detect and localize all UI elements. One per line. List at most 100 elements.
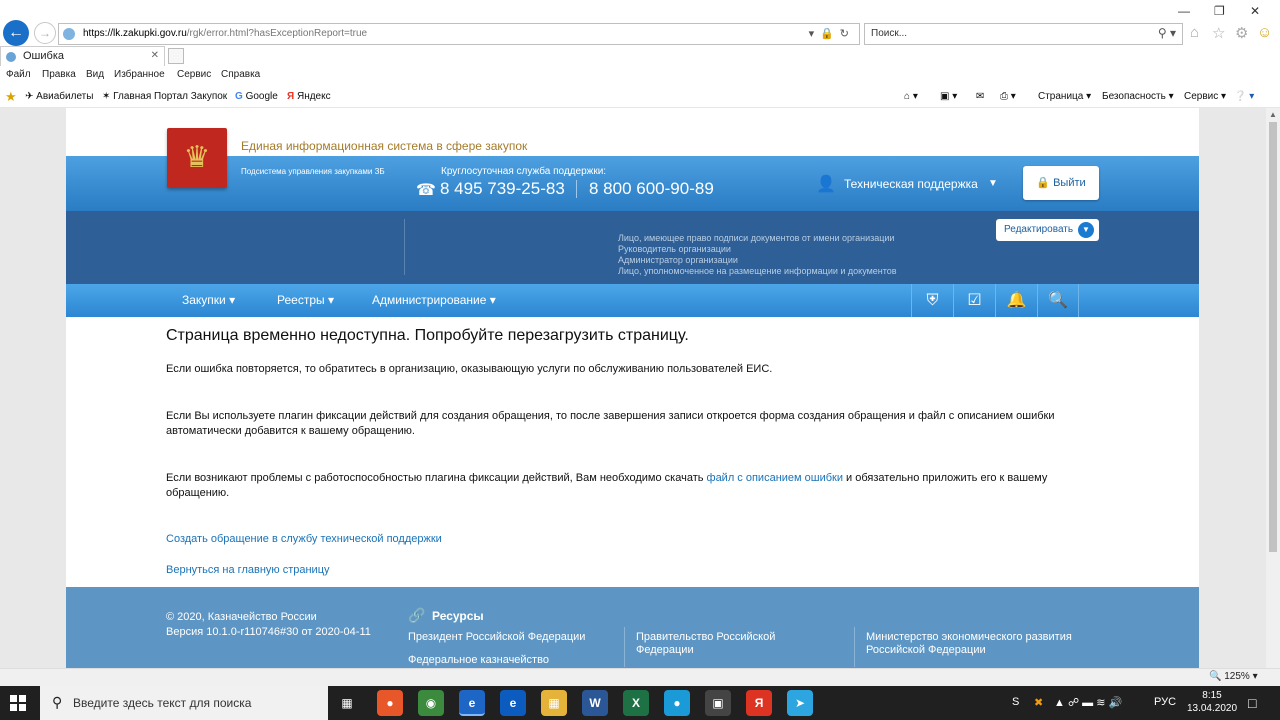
menu-tools[interactable]: Сервис	[177, 69, 211, 80]
coat-of-arms-logo[interactable]: ♛	[167, 128, 227, 188]
minimize-icon[interactable]: —	[1178, 4, 1190, 18]
app-icon[interactable]: ●	[664, 690, 690, 716]
fav-google[interactable]: G Google	[235, 91, 278, 102]
tech-support-menu[interactable]: Техническая поддержка	[844, 177, 978, 191]
file-explorer-icon[interactable]: ▦	[541, 690, 567, 716]
search-icon[interactable]: ⚲ ▾	[1158, 26, 1176, 40]
menu-file[interactable]: Файл	[6, 69, 31, 80]
mail-icon[interactable]: ✉	[976, 91, 984, 102]
tray-app-icon[interactable]: ✖	[1034, 696, 1043, 709]
telegram-icon[interactable]: ➤	[787, 690, 813, 716]
menu-favorites[interactable]: Избранное	[114, 69, 165, 80]
settings-gear-icon[interactable]: ⚙	[1235, 24, 1248, 42]
zoom-value: 125%	[1224, 671, 1250, 682]
tray-icons[interactable]: ▲ ☍ ▬ ≋ 🔊	[1054, 696, 1122, 709]
help-icon[interactable]: ❔ ▾	[1234, 91, 1254, 102]
status-bar: 🔍 125% ▾	[0, 668, 1280, 686]
resource-ministry[interactable]: Министерство экономического развития Рос…	[866, 631, 1096, 657]
restore-icon[interactable]: ❐	[1214, 4, 1225, 18]
feeds-icon[interactable]: ▣ ▾	[940, 91, 957, 102]
vertical-scrollbar[interactable]: ▲	[1266, 108, 1280, 668]
bell-icon[interactable]: 🔔	[995, 284, 1037, 317]
word-icon[interactable]: W	[582, 690, 608, 716]
page-viewport: Единая информационная система в сфере за…	[0, 108, 1266, 668]
chevron-down-icon: ▼	[1078, 222, 1094, 238]
yandex-icon[interactable]: Я	[746, 690, 772, 716]
resource-president[interactable]: Президент Российской Федерации	[408, 631, 585, 644]
home-cmd-icon[interactable]: ⌂ ▾	[904, 91, 918, 102]
footer: © 2020, Казначейство России Версия 10.1.…	[66, 587, 1199, 668]
calendar-check-icon[interactable]: ☑	[953, 284, 995, 317]
lock-refresh-icon[interactable]: ▾🔒↻	[809, 27, 855, 40]
task-view-icon[interactable]: ▦	[334, 690, 360, 716]
firefox-icon[interactable]: ●	[377, 690, 403, 716]
tab-title: Ошибка	[23, 50, 64, 62]
tab-strip: Ошибка ✕	[0, 46, 1280, 66]
edit-button[interactable]: Редактировать ▼	[996, 219, 1099, 241]
logout-button[interactable]: 🔒 Выйти	[1023, 166, 1099, 200]
browser-address-bar: — ❐ ✕ ← → https://lk.zakupki.gov.ru/rgk/…	[0, 0, 1280, 46]
divider	[854, 627, 855, 667]
resource-government[interactable]: Правительство Российской Федерации	[636, 631, 816, 657]
search-input[interactable]: Поиск... ⚲ ▾	[864, 23, 1183, 45]
edit-label: Редактировать	[1004, 224, 1074, 235]
address-input[interactable]: https://lk.zakupki.gov.ru/rgk/error.html…	[58, 23, 860, 45]
excel-icon[interactable]: X	[623, 690, 649, 716]
role-item: Лицо, уполномоченное на размещение инфор…	[618, 266, 897, 276]
tab-error[interactable]: Ошибка ✕	[0, 46, 165, 66]
error-text-3: Если возникают проблемы с работоспособно…	[166, 471, 1106, 501]
favorites-star-icon[interactable]: ☆	[1212, 24, 1225, 42]
chrome-icon[interactable]: ◉	[418, 690, 444, 716]
tools-menu[interactable]: Сервис ▾	[1184, 91, 1226, 102]
edge-icon[interactable]: e	[500, 690, 526, 716]
menu-bar: Файл Правка Вид Избранное Сервис Справка	[0, 66, 1280, 86]
print-icon[interactable]: ⎙ ▾	[1000, 91, 1016, 102]
doc-search-icon[interactable]: 🔍	[1037, 284, 1079, 317]
skype-icon[interactable]: S	[1012, 696, 1019, 708]
new-tab-button[interactable]	[168, 48, 184, 64]
home-icon[interactable]: ⌂	[1190, 24, 1199, 41]
menu-edit[interactable]: Правка	[42, 69, 76, 80]
fav-aviabilety[interactable]: ✈ Авиабилеты	[25, 91, 93, 102]
resource-treasury[interactable]: Федеральное казначейство	[408, 654, 549, 667]
site-favicon-icon	[63, 28, 75, 40]
page-menu[interactable]: Страница ▾	[1038, 91, 1091, 102]
user-roles: Лицо, имеющее право подписи документов о…	[618, 233, 897, 277]
close-tab-icon[interactable]: ✕	[151, 50, 159, 61]
error-file-link[interactable]: файл с описанием ошибки	[707, 472, 843, 484]
favorites-center-icon[interactable]: ★	[5, 89, 17, 105]
chevron-down-icon[interactable]: ▼	[988, 178, 998, 189]
nav-label: Закупки	[182, 293, 226, 307]
store-icon[interactable]: ▣	[705, 690, 731, 716]
internet-explorer-icon[interactable]: e	[459, 690, 485, 716]
favorites-bar: ★ ✈ Авиабилеты ✶ Главная Портал Закупок …	[0, 86, 1280, 108]
windows-start-icon[interactable]	[10, 695, 26, 711]
nav-administrirovanie[interactable]: Администрирование ▾	[372, 293, 496, 307]
nav-zakupki[interactable]: Закупки ▾	[182, 293, 235, 307]
taskbar-search-input[interactable]: ⚲ Введите здесь текст для поиска	[40, 686, 328, 720]
nav-reestry[interactable]: Реестры ▾	[277, 293, 334, 307]
forward-button[interactable]: →	[34, 22, 56, 44]
fav-portal[interactable]: ✶ Главная Портал Закупок	[102, 91, 227, 102]
scroll-up-icon[interactable]: ▲	[1269, 110, 1277, 119]
language-indicator[interactable]: РУС	[1154, 696, 1176, 708]
subsystem-label: Подсистема управления закупками ЗБ	[241, 167, 385, 176]
text-segment: Если возникают проблемы с работоспособно…	[166, 472, 707, 484]
back-button[interactable]: ←	[3, 20, 29, 46]
menu-view[interactable]: Вид	[86, 69, 104, 80]
safety-menu[interactable]: Безопасность ▾	[1102, 91, 1174, 102]
fav-yandex[interactable]: Я Яндекс	[287, 91, 331, 102]
create-ticket-link[interactable]: Создать обращение в службу технической п…	[166, 533, 442, 545]
menu-help[interactable]: Справка	[221, 69, 260, 80]
fav-label: Авиабилеты	[36, 91, 94, 102]
scrollbar-thumb[interactable]	[1269, 122, 1277, 552]
close-window-icon[interactable]: ✕	[1250, 4, 1260, 18]
notifications-icon[interactable]: □	[1248, 695, 1256, 711]
smiley-feedback-icon[interactable]: ☺	[1257, 24, 1272, 41]
divider	[624, 627, 625, 667]
system-clock[interactable]: 8:15 13.04.2020	[1186, 689, 1238, 715]
shield-icon[interactable]: ⛨	[911, 284, 953, 317]
zoom-level[interactable]: 🔍 125% ▾	[1209, 671, 1258, 682]
home-page-link[interactable]: Вернуться на главную страницу	[166, 564, 330, 576]
support-label: Круглосуточная служба поддержки:	[441, 166, 607, 177]
